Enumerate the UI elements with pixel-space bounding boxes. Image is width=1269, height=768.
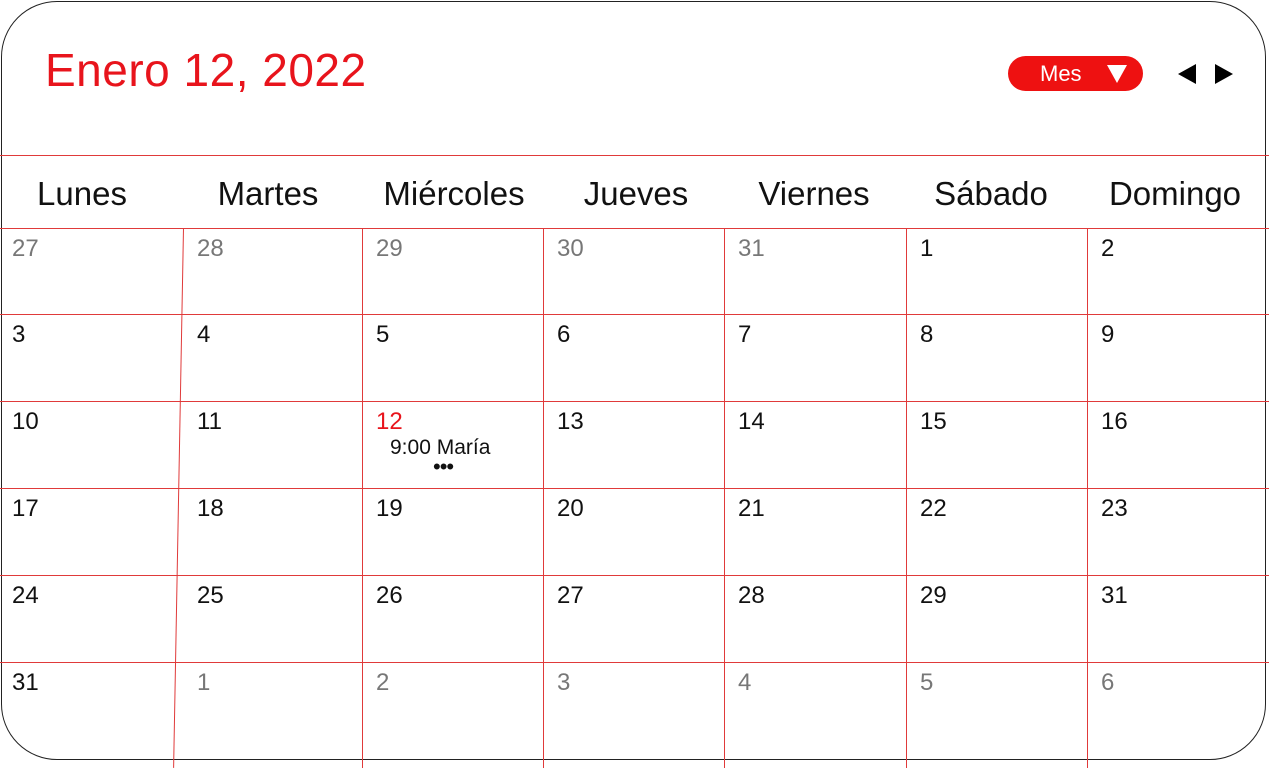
day-number: 7 bbox=[738, 321, 752, 348]
day-number: 14 bbox=[738, 408, 765, 435]
chevron-down-icon bbox=[1107, 65, 1127, 83]
day-number: 1 bbox=[920, 235, 934, 262]
day-number: 21 bbox=[738, 495, 765, 522]
day-number: 31 bbox=[738, 235, 765, 262]
day-number: 18 bbox=[197, 495, 224, 522]
day-number: 29 bbox=[376, 235, 403, 262]
day-number: 19 bbox=[376, 495, 403, 522]
day-number: 2 bbox=[1101, 235, 1115, 262]
day-number: 9 bbox=[1101, 321, 1115, 348]
day-number: 3 bbox=[12, 321, 26, 348]
header-divider bbox=[0, 155, 1269, 156]
day-number: 16 bbox=[1101, 408, 1128, 435]
view-mode-dropdown[interactable]: Mes bbox=[1008, 56, 1143, 91]
previous-month-button[interactable] bbox=[1177, 63, 1199, 85]
view-mode-label: Mes bbox=[1040, 61, 1082, 86]
day-number: 11 bbox=[197, 408, 222, 435]
day-number: 8 bbox=[920, 321, 934, 348]
triangle-right-icon bbox=[1215, 64, 1233, 84]
day-number: 28 bbox=[197, 235, 224, 262]
weekday-header: Jueves bbox=[583, 175, 689, 212]
weekday-header: Martes bbox=[217, 175, 319, 212]
day-number: 24 bbox=[12, 582, 39, 609]
day-number: 29 bbox=[920, 582, 947, 609]
day-number: 4 bbox=[197, 321, 211, 348]
day-number: 13 bbox=[557, 408, 584, 435]
day-number: 6 bbox=[557, 321, 571, 348]
day-number: 5 bbox=[920, 669, 934, 696]
day-number: 10 bbox=[12, 408, 39, 435]
day-number: 23 bbox=[1101, 495, 1128, 522]
weekday-header: Sábado bbox=[934, 175, 1048, 212]
day-number: 1 bbox=[197, 669, 211, 696]
day-number: 22 bbox=[920, 495, 947, 522]
more-events-icon[interactable]: ••• bbox=[433, 456, 454, 478]
day-number: 2 bbox=[376, 669, 390, 696]
day-number: 5 bbox=[376, 321, 390, 348]
day-number: 31 bbox=[12, 669, 39, 696]
weekday-header: Lunes bbox=[37, 175, 127, 212]
day-number: 27 bbox=[557, 582, 584, 609]
day-number: 30 bbox=[557, 235, 584, 262]
day-number: 25 bbox=[197, 582, 224, 609]
day-number: 20 bbox=[557, 495, 584, 522]
triangle-left-icon bbox=[1178, 64, 1196, 84]
page-title: Enero 12, 2022 bbox=[45, 44, 367, 96]
weekday-header: Miércoles bbox=[383, 175, 525, 212]
day-number: 27 bbox=[12, 235, 39, 262]
weekday-header: Viernes bbox=[758, 175, 870, 212]
day-number: 6 bbox=[1101, 669, 1115, 696]
today-day-number: 12 bbox=[376, 408, 403, 435]
day-number: 17 bbox=[12, 495, 39, 522]
day-number: 4 bbox=[738, 669, 752, 696]
day-number: 3 bbox=[557, 669, 571, 696]
day-number: 26 bbox=[376, 582, 403, 609]
day-number: 15 bbox=[920, 408, 947, 435]
day-cell[interactable] bbox=[0, 314, 183, 401]
day-number: 28 bbox=[738, 582, 765, 609]
day-number: 31 bbox=[1101, 582, 1128, 609]
weekday-header: Domingo bbox=[1108, 175, 1242, 212]
next-month-button[interactable] bbox=[1212, 63, 1234, 85]
